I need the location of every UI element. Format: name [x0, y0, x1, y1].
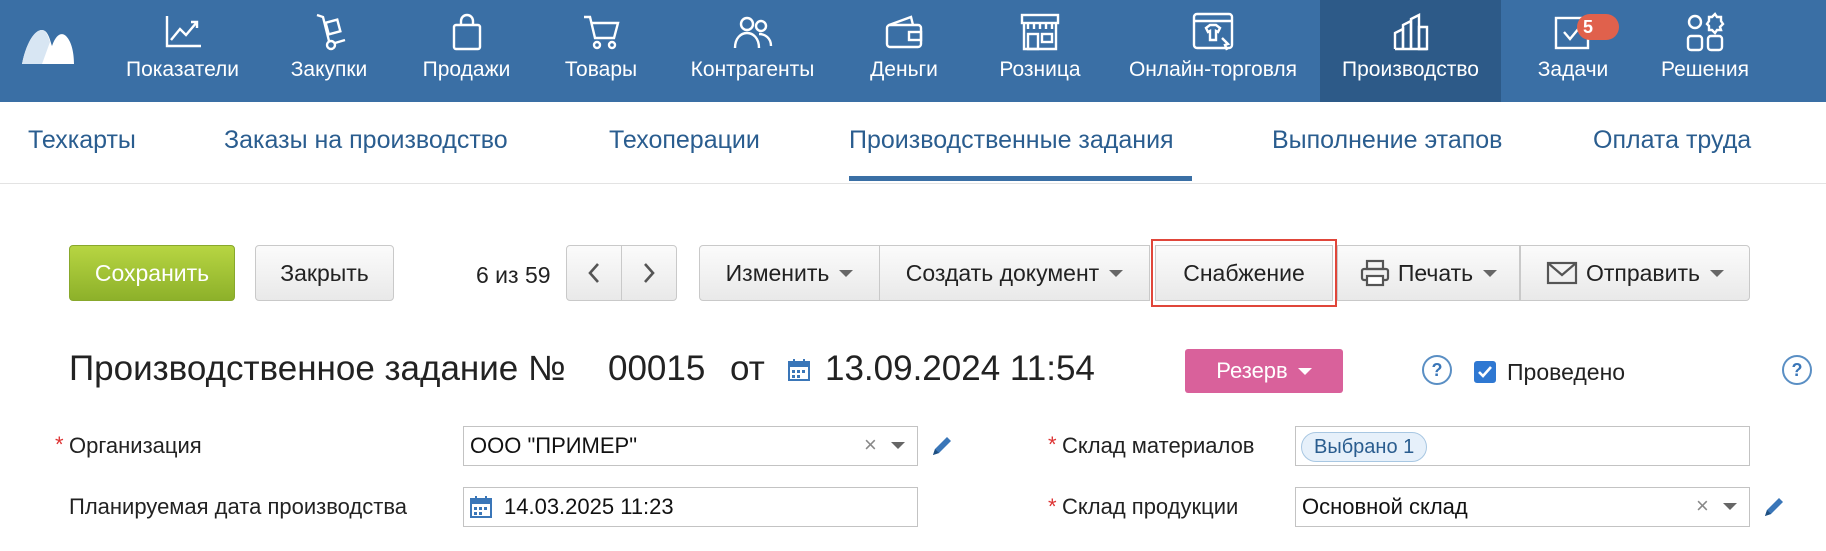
factory-icon: [1389, 12, 1433, 52]
send-dropdown-button[interactable]: Отправить: [1520, 245, 1750, 301]
store-icon: [1018, 12, 1062, 52]
products-warehouse-field[interactable]: Основной склад: [1295, 487, 1750, 527]
print-dropdown-button[interactable]: Печать: [1337, 245, 1520, 301]
planned-date-label: Планируемая дата производства: [69, 494, 407, 519]
calendar-icon[interactable]: [788, 359, 810, 381]
products-warehouse-label: Склад продукции: [1062, 494, 1239, 519]
nav-item-online-trade[interactable]: Онлайн-торговля: [1122, 0, 1304, 102]
organization-field[interactable]: ООО "ПРИМЕР": [463, 426, 918, 466]
planned-date-field[interactable]: 14.03.2025 11:23: [463, 487, 918, 527]
previous-button[interactable]: [566, 245, 622, 301]
help-icon[interactable]: ?: [1422, 355, 1452, 385]
save-button[interactable]: Сохранить: [69, 245, 235, 301]
nav-item-purchases[interactable]: Закупки: [270, 0, 388, 102]
shopping-bag-icon: [445, 12, 489, 52]
change-dropdown-button[interactable]: Изменить: [699, 245, 880, 301]
chevron-down-icon[interactable]: [891, 442, 905, 449]
help-icon[interactable]: ?: [1782, 355, 1812, 385]
users-icon: [731, 12, 775, 52]
apps-icon: [1683, 12, 1727, 52]
nav-item-contractors[interactable]: Контрагенты: [680, 0, 825, 102]
nav-item-sales[interactable]: Продажи: [404, 0, 529, 102]
posted-label: Проведено: [1507, 359, 1626, 385]
nav-item-tasks[interactable]: 5 Задачи: [1530, 0, 1619, 102]
tab-production-tasks[interactable]: Производственные задания: [849, 126, 1174, 155]
top-navigation: Показатели Закупки Продажи Товары Контра…: [0, 0, 1826, 102]
chevron-down-icon[interactable]: [1723, 503, 1737, 510]
cart-icon: [579, 12, 623, 52]
calendar-icon[interactable]: [470, 496, 492, 518]
create-document-dropdown-button[interactable]: Создать документ: [879, 245, 1150, 301]
chevron-down-icon: [1297, 367, 1312, 375]
pencil-icon[interactable]: [930, 434, 954, 458]
materials-warehouse-label: Склад материалов: [1062, 433, 1255, 458]
clear-icon[interactable]: ×: [864, 432, 877, 458]
tab-stage-execution[interactable]: Выполнение этапов: [1272, 126, 1502, 155]
tasks-count-badge: 5: [1577, 14, 1619, 40]
hand-truck-icon: [307, 12, 351, 52]
chevron-down-icon: [839, 269, 854, 277]
nav-item-solutions[interactable]: Решения: [1655, 0, 1755, 102]
tab-production-orders[interactable]: Заказы на производство: [224, 126, 508, 155]
nav-item-indicators[interactable]: Показатели: [110, 0, 255, 102]
chart-line-icon: [161, 12, 205, 52]
chevron-right-icon: [644, 263, 655, 283]
status-dropdown-button[interactable]: Резерв: [1185, 349, 1343, 393]
next-button[interactable]: [621, 245, 677, 301]
nav-item-production[interactable]: Производство: [1320, 0, 1501, 102]
chevron-down-icon: [1710, 269, 1725, 277]
materials-warehouse-tag[interactable]: Выбрано 1: [1301, 432, 1428, 462]
nav-item-goods[interactable]: Товары: [555, 0, 647, 102]
sub-navigation: Техкарты Заказы на производство Техопера…: [0, 102, 1826, 184]
posted-checkbox[interactable]: [1474, 361, 1496, 383]
tasks-icon: 5: [1551, 12, 1619, 52]
active-tab-indicator: [849, 176, 1192, 181]
printer-icon: [1360, 259, 1389, 287]
checkmark-icon: [1478, 366, 1492, 378]
envelope-icon: [1546, 261, 1578, 285]
online-shop-icon: [1191, 12, 1235, 52]
clear-icon[interactable]: ×: [1696, 493, 1709, 519]
tab-labor-payment[interactable]: Оплата труда: [1593, 126, 1751, 155]
required-mark: *: [1048, 494, 1057, 519]
chevron-down-icon: [1109, 269, 1124, 277]
wallet-icon: [882, 12, 926, 52]
close-button[interactable]: Закрыть: [255, 245, 394, 301]
chevron-left-icon: [588, 263, 599, 283]
required-mark: *: [55, 432, 64, 457]
required-mark: *: [1048, 432, 1057, 457]
supply-button-highlight: [1151, 239, 1337, 307]
tab-techcards[interactable]: Техкарты: [28, 126, 136, 155]
date-prefix-label: от: [730, 349, 765, 388]
document-date[interactable]: 13.09.2024 11:54: [825, 349, 1095, 389]
pager-counter: 6 из 59: [476, 262, 551, 288]
chevron-down-icon: [1483, 269, 1498, 277]
tab-techoperations[interactable]: Техоперации: [609, 126, 760, 155]
pencil-icon[interactable]: [1762, 495, 1786, 519]
nav-item-money[interactable]: Деньги: [858, 0, 950, 102]
logo-icon[interactable]: [20, 24, 76, 66]
nav-item-retail[interactable]: Розница: [987, 0, 1093, 102]
organization-label: Организация: [69, 433, 202, 458]
page-title: Производственное задание №: [69, 349, 566, 388]
document-number[interactable]: 00015: [608, 349, 705, 389]
